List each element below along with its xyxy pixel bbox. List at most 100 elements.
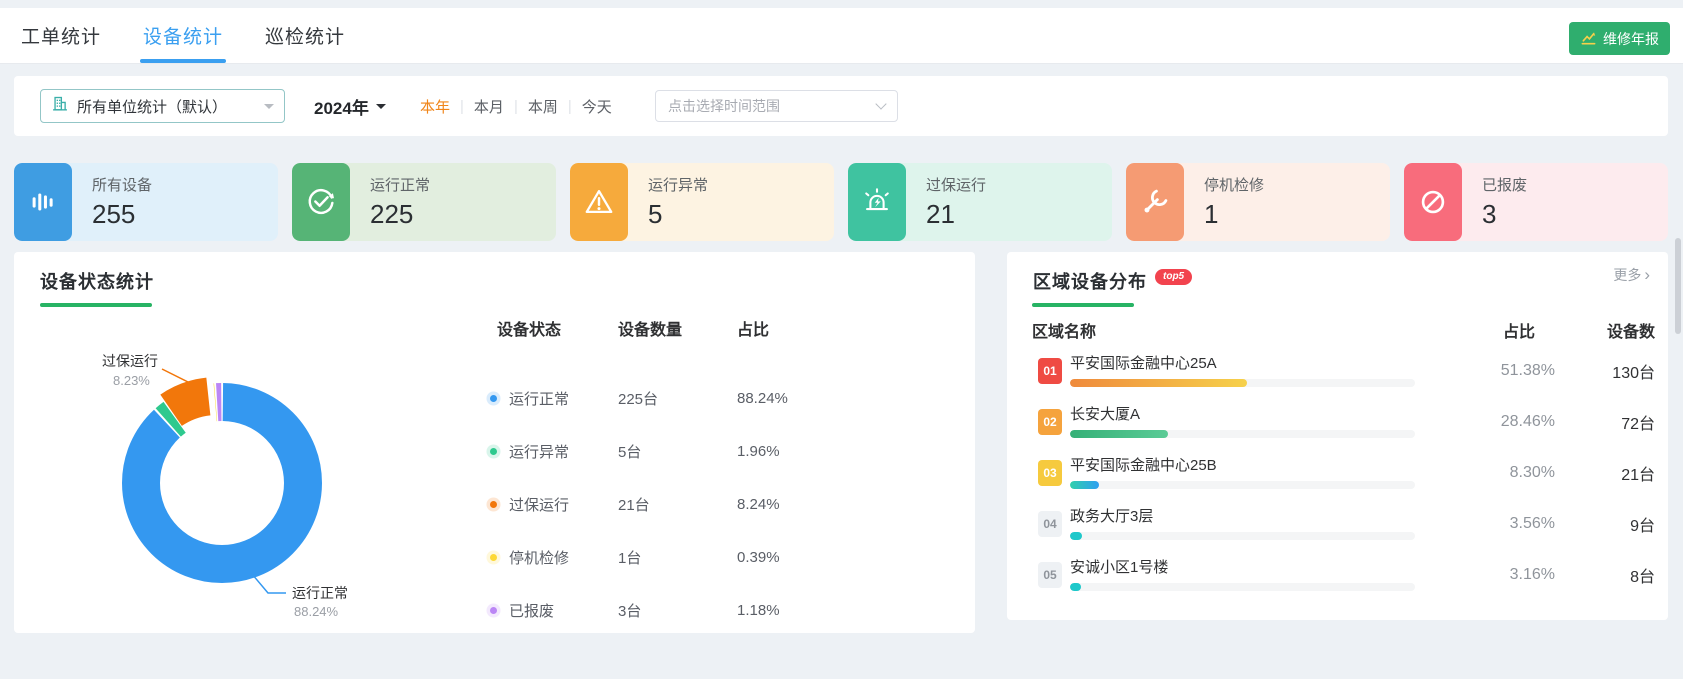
device-status-table: 设备状态 设备数量 占比 运行正常 225台 88.24% 运行异常 5台 1.… — [475, 316, 845, 637]
device-status-donut-chart[interactable]: 过保运行 8.23% 运行正常 88.24% — [14, 312, 434, 633]
region-row: 05 安诚小区1号楼 3.16% 8台 — [1038, 552, 1655, 597]
title-underline — [40, 303, 152, 307]
region-percent: 3.16% — [1415, 566, 1555, 584]
donut-label-normal-pct: 88.24% — [294, 604, 339, 619]
status-name: 过保运行 — [509, 494, 569, 515]
status-table-row: 过保运行 21台 8.24% — [475, 478, 845, 531]
vertical-scrollbar-thumb[interactable] — [1675, 238, 1681, 334]
status-name: 已报废 — [509, 600, 554, 621]
quick-range-this-week[interactable]: 本周 — [518, 96, 568, 117]
status-name: 停机检修 — [509, 547, 569, 568]
chevron-right-icon: › — [1644, 268, 1650, 282]
year-select[interactable]: 2024年 — [314, 89, 386, 123]
region-percent: 28.46% — [1415, 413, 1555, 431]
rank-badge: 03 — [1038, 460, 1062, 486]
status-percent: 1.96% — [737, 443, 837, 460]
title-underline — [1032, 303, 1134, 307]
stat-card-ban: 已报废 3 — [1404, 163, 1668, 241]
progress-track — [1070, 481, 1415, 489]
top5-badge: top5 — [1155, 269, 1192, 285]
status-table-header: 设备状态 设备数量 占比 — [475, 316, 845, 340]
tab-inspection-stats[interactable]: 巡检统计 — [262, 8, 348, 63]
device-stats-dashboard: 工单统计设备统计巡检统计 维修年报 所有单位统计（默认） 2024年 本年|本月… — [0, 0, 1683, 679]
date-range-placeholder: 点击选择时间范围 — [668, 96, 780, 116]
status-percent: 8.24% — [737, 496, 837, 513]
status-count: 225台 — [618, 388, 737, 409]
quick-range-today[interactable]: 今天 — [572, 96, 622, 117]
col-device-count: 设备数量 — [618, 316, 737, 340]
more-label: 更多 — [1613, 265, 1641, 285]
status-name: 运行正常 — [509, 388, 569, 409]
region-count: 72台 — [1555, 410, 1655, 434]
rank-badge: 04 — [1038, 511, 1062, 537]
unit-select-value: 所有单位统计（默认） — [77, 96, 227, 117]
stat-card-wrench: 停机检修 1 — [1126, 163, 1390, 241]
col-percent: 占比 — [737, 316, 837, 340]
status-table-row: 运行异常 5台 1.96% — [475, 425, 845, 478]
progress-fill — [1070, 430, 1168, 438]
quick-range-group: 本年|本月|本周|今天 — [410, 89, 622, 123]
progress-fill — [1070, 532, 1082, 540]
quick-range-this-year[interactable]: 本年 — [410, 96, 460, 117]
warning-triangle-icon — [570, 163, 628, 241]
col-region-percent: 占比 — [1503, 318, 1535, 342]
chevron-down-icon — [264, 104, 274, 114]
chevron-down-icon — [875, 98, 886, 109]
stat-card-label: 所有设备 — [92, 174, 152, 195]
donut-slice-0[interactable] — [141, 402, 303, 564]
report-button-label: 维修年报 — [1603, 29, 1659, 49]
stat-card-value: 5 — [648, 199, 708, 230]
topbar: 工单统计设备统计巡检统计 维修年报 — [0, 8, 1683, 64]
date-range-picker[interactable]: 点击选择时间范围 — [655, 90, 898, 122]
region-percent: 8.30% — [1415, 464, 1555, 482]
region-row: 01 平安国际金融中心25A 51.38% 130台 — [1038, 348, 1655, 393]
tab-device-stats[interactable]: 设备统计 — [140, 8, 226, 63]
region-name: 政务大厅3层 — [1070, 508, 1415, 525]
progress-fill — [1070, 583, 1081, 591]
stat-card-label: 运行正常 — [370, 174, 430, 195]
rank-badge: 05 — [1038, 562, 1062, 588]
region-count: 9台 — [1555, 512, 1655, 536]
status-percent: 0.39% — [737, 549, 837, 566]
region-name: 长安大厦A — [1070, 406, 1415, 423]
building-icon — [51, 95, 69, 118]
check-circle-icon — [292, 163, 350, 241]
region-distribution-panel: 区域设备分布 top5 更多 › 区域名称 占比 设备数 01 平安国际金融中心… — [1007, 252, 1668, 620]
status-dot — [490, 501, 497, 508]
stat-card-warning-triangle: 运行异常 5 — [570, 163, 834, 241]
status-table-row: 已报废 3台 1.18% — [475, 584, 845, 637]
progress-track — [1070, 583, 1415, 591]
stat-card-row: 所有设备 255 运行正常 225 运行异常 5 过保运行 21 停机检修 1 … — [14, 163, 1668, 241]
stat-card-label: 停机检修 — [1204, 174, 1264, 195]
tab-work-order-stats[interactable]: 工单统计 — [18, 8, 104, 63]
alarm-siren-icon — [848, 163, 906, 241]
status-count: 1台 — [618, 547, 737, 568]
region-count: 8台 — [1555, 563, 1655, 587]
stat-card-device-bars: 所有设备 255 — [14, 163, 278, 241]
status-count: 21台 — [618, 494, 737, 515]
rank-badge: 01 — [1038, 358, 1062, 384]
region-count: 130台 — [1555, 359, 1655, 383]
region-row: 02 长安大厦A 28.46% 72台 — [1038, 399, 1655, 444]
status-dot — [490, 607, 497, 614]
status-count: 5台 — [618, 441, 737, 462]
callout-line-overdue — [162, 369, 190, 383]
col-device-status: 设备状态 — [475, 316, 618, 340]
region-name: 安诚小区1号楼 — [1070, 559, 1415, 576]
status-table-row: 运行正常 225台 88.24% — [475, 372, 845, 425]
region-count: 21台 — [1555, 461, 1655, 485]
more-link[interactable]: 更多 › — [1613, 265, 1650, 285]
status-dot — [490, 448, 497, 455]
stat-card-alarm-siren: 过保运行 21 — [848, 163, 1112, 241]
donut-label-overdue: 过保运行 — [102, 353, 158, 369]
quick-range-this-month[interactable]: 本月 — [464, 96, 514, 117]
wrench-icon — [1126, 163, 1184, 241]
annual-repair-report-button[interactable]: 维修年报 — [1569, 22, 1670, 55]
device-status-panel-title: 设备状态统计 — [40, 268, 154, 294]
region-percent: 3.56% — [1415, 515, 1555, 533]
caret-down-icon — [376, 104, 386, 114]
unit-select[interactable]: 所有单位统计（默认） — [40, 89, 285, 123]
status-table-row: 停机检修 1台 0.39% — [475, 531, 845, 584]
progress-track — [1070, 379, 1415, 387]
stat-card-label: 运行异常 — [648, 174, 708, 195]
